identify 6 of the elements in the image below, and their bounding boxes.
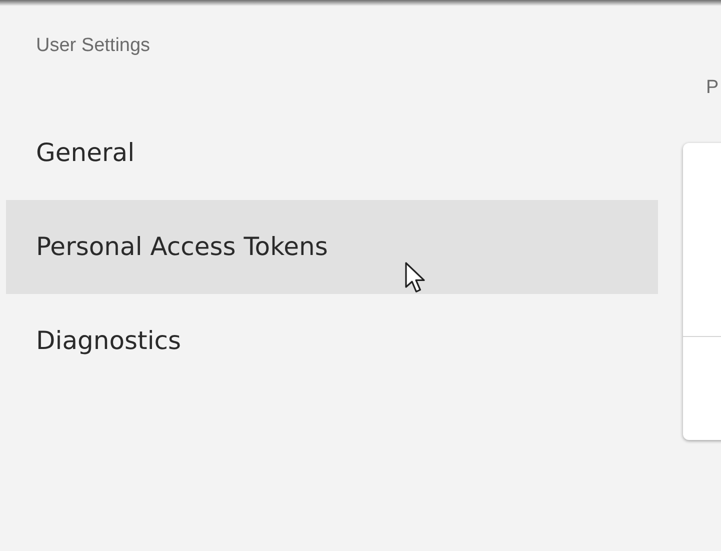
mouse-pointer-icon — [405, 262, 427, 294]
sidebar-title: User Settings — [35, 34, 152, 58]
section-heading: P — [705, 76, 720, 100]
sidebar-item[interactable]: Personal Access Tokens — [6, 200, 658, 294]
sidebar-item[interactable]: Diagnostics — [6, 294, 658, 388]
sidebar-item[interactable]: General — [6, 106, 658, 200]
